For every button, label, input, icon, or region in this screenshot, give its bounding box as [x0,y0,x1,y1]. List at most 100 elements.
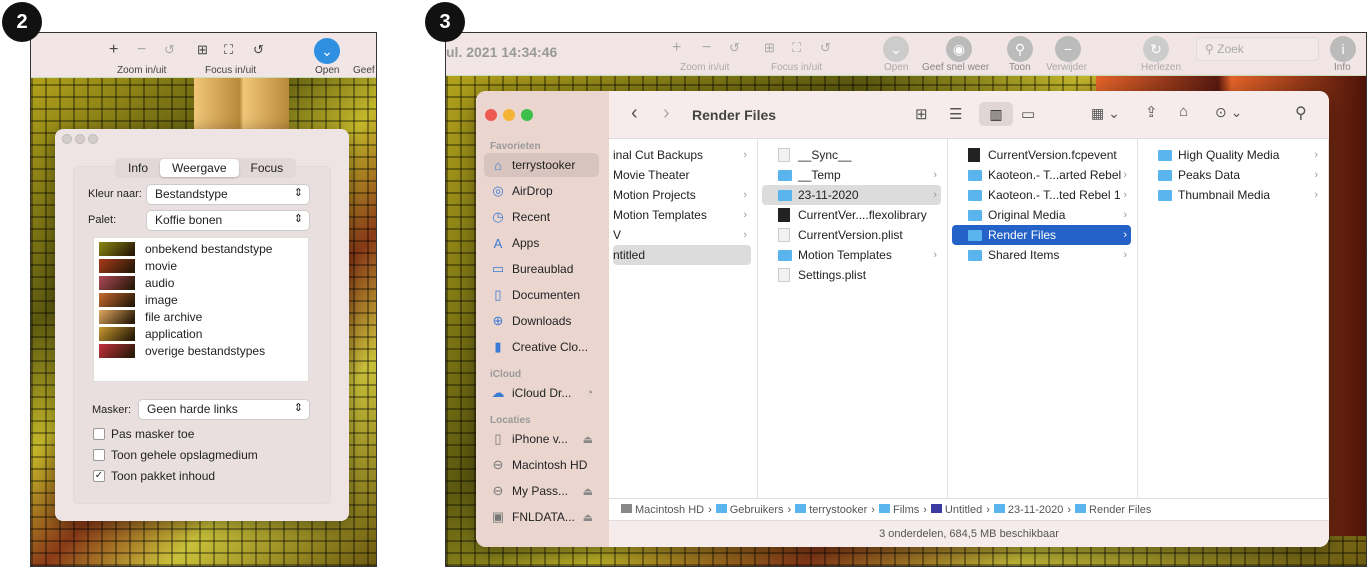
eject-icon[interactable]: ⏏ [583,485,593,498]
info-icon[interactable]: i [1330,36,1356,62]
forward-button[interactable]: › [663,102,670,125]
sidebar-item[interactable]: ☁ iCloud Dr... ◔ [484,381,599,405]
file-row[interactable]: CurrentVer....flexolibrary [762,205,941,225]
geef-label[interactable]: Geef [353,65,375,76]
zoom-in-icon[interactable]: + [109,41,118,59]
eject-icon[interactable]: ⏏ [583,433,593,446]
path-segment[interactable]: Render Files [1075,503,1151,516]
more-icon[interactable]: ⊙ ⌄ [1215,104,1242,121]
zoom-out-icon[interactable]: − [137,41,146,59]
open-label[interactable]: Open [884,62,908,73]
checkbox[interactable] [93,428,105,440]
sidebar-item[interactable]: ▭ Bureaublad [484,257,599,281]
sidebar-item[interactable]: ▯ iPhone v... ⏏ [484,427,599,451]
file-row[interactable]: Motion Templates › [613,205,751,225]
group-icon[interactable]: ▦ ⌄ [1091,105,1120,122]
reveal-icon[interactable]: ⚲ [1007,36,1033,62]
focus-in-icon[interactable]: ⊞ [764,40,775,56]
sidebar-item[interactable]: ⌂ terrystooker [484,153,599,177]
file-row[interactable]: Movie Theater [613,165,751,185]
file-row[interactable]: Kaoteon.- T...ted Rebel 1 › [952,185,1131,205]
file-row[interactable]: inal Cut Backups › [613,145,751,165]
sidebar-item[interactable]: ⊖ My Pass... ⏏ [484,479,599,503]
herlezen-label[interactable]: Herlezen [1141,62,1181,73]
sync-status-icon[interactable]: ◔ [586,387,593,399]
back-button[interactable]: ‹ [631,102,638,125]
minimize-button[interactable] [503,109,515,121]
path-segment[interactable]: 23-11-2020 [993,503,1063,516]
focus-in-icon[interactable]: ⊞ [197,42,208,58]
sidebar-item[interactable]: A Apps [484,231,599,255]
gallery-view-icon[interactable]: ▭ [1021,105,1035,123]
toon-label[interactable]: Toon [1009,62,1031,73]
tab-focus[interactable]: Focus [239,159,296,177]
tab-weergave[interactable]: Weergave [160,159,239,177]
share-icon[interactable]: ⇪ [1145,103,1158,121]
quicklook-icon[interactable]: ◉ [946,36,972,62]
file-row[interactable]: Render Files › [952,225,1131,245]
zoom-in-icon[interactable]: + [672,39,681,57]
open-icon[interactable]: ⌄ [314,38,340,64]
checkbox[interactable]: ✓ [93,470,105,482]
file-row[interactable]: Settings.plist [762,265,941,285]
file-row[interactable]: __Sync__ [762,145,941,165]
tab-info[interactable]: Info [116,159,160,177]
sidebar-item[interactable]: ⊖ Macintosh HD [484,453,599,477]
verwijder-label[interactable]: Verwijder [1046,62,1087,73]
focus-out-icon[interactable]: ⛶ [224,42,233,58]
zoom-out-icon[interactable]: − [702,39,711,57]
sidebar-item[interactable]: ⊕ Downloads [484,309,599,333]
eject-icon[interactable]: ⏏ [583,511,593,524]
zoom-reset-icon[interactable]: ↺ [164,42,175,58]
masker-select[interactable]: Geen harde links ⇕ [139,400,309,419]
close-button[interactable] [485,109,497,121]
file-row[interactable]: Motion Projects › [613,185,751,205]
path-segment[interactable]: terrystooker [795,503,867,516]
file-row[interactable]: __Temp › [762,165,941,185]
file-row[interactable]: Peaks Data › [1142,165,1322,185]
checkbox-row[interactable]: Pas masker toe [93,427,194,441]
info-label[interactable]: Info [1334,62,1351,73]
file-row[interactable]: CurrentVersion.fcpevent [952,145,1131,165]
open-icon[interactable]: ⌄ [883,36,909,62]
sidebar-item[interactable]: ▣ FNLDATA... ⏏ [484,505,599,529]
file-row[interactable]: ntitled [613,245,751,265]
checkbox-row[interactable]: ✓ Toon pakket inhoud [93,469,215,483]
file-row[interactable]: 23-11-2020 › [762,185,941,205]
checkbox-row[interactable]: Toon gehele opslagmedium [93,448,258,462]
open-label[interactable]: Open [315,65,339,76]
quicklook-label[interactable]: Geef snel weer [922,62,989,73]
zoom-button[interactable] [88,134,98,144]
kleur-select[interactable]: Bestandstype ⇕ [147,185,309,204]
file-row[interactable]: High Quality Media › [1142,145,1322,165]
sidebar-item[interactable]: ◷ Recent [484,205,599,229]
focus-out-icon[interactable]: ⛶ [792,40,801,56]
file-row[interactable]: Kaoteon.- T...arted Rebel › [952,165,1131,185]
file-row[interactable]: Shared Items › [952,245,1131,265]
search-input[interactable]: ⚲ Zoek [1196,37,1319,61]
reload-icon[interactable]: ↻ [1143,36,1169,62]
tag-icon[interactable]: ⌂ [1179,103,1188,120]
icon-view-icon[interactable]: ⊞ [915,105,928,123]
file-row[interactable]: V › [613,225,751,245]
delete-icon[interactable]: − [1055,36,1081,62]
checkbox[interactable] [93,449,105,461]
file-row[interactable]: Motion Templates › [762,245,941,265]
path-segment[interactable]: Macintosh HD [621,503,704,516]
column-view-icon[interactable]: ▥ [979,102,1013,126]
sidebar-item[interactable]: ▯ Documenten [484,283,599,307]
focus-reset-icon[interactable]: ↺ [820,40,831,56]
sidebar-item[interactable]: ◎ AirDrop [484,179,599,203]
focus-reset-icon[interactable]: ↺ [253,42,264,58]
path-segment[interactable]: Gebruikers [715,503,784,516]
zoom-reset-icon[interactable]: ↺ [729,40,740,56]
close-button[interactable] [62,134,72,144]
list-view-icon[interactable]: ☰ [949,105,962,123]
search-icon[interactable]: ⚲ [1295,103,1307,123]
file-row[interactable]: CurrentVersion.plist [762,225,941,245]
palet-select[interactable]: Koffie bonen ⇕ [147,211,309,230]
zoom-button[interactable] [521,109,533,121]
sidebar-item[interactable]: ▮ Creative Clo... [484,335,599,359]
path-segment[interactable]: Films [878,503,919,516]
minimize-button[interactable] [75,134,85,144]
